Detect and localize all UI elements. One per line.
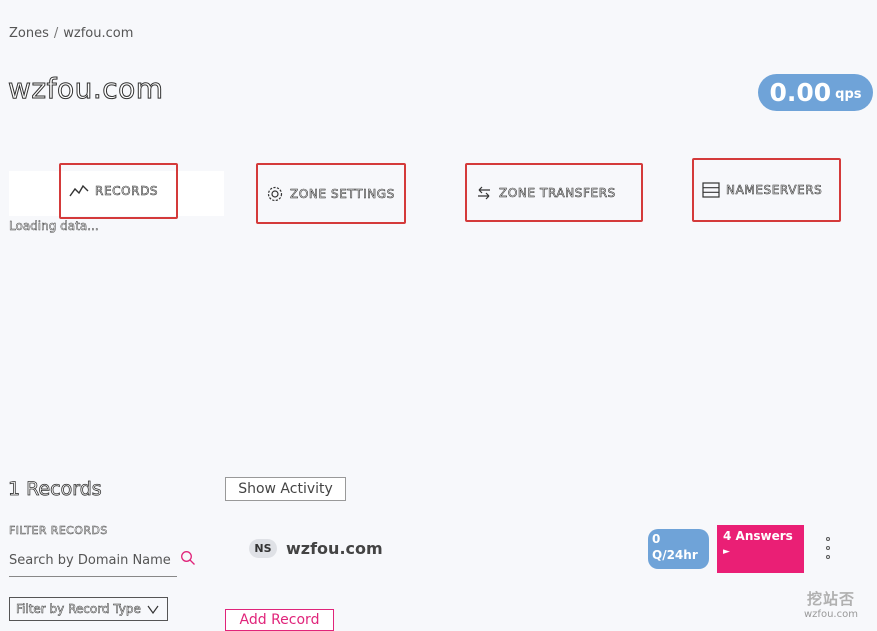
watermark-logo-text: 挖站否: [806, 590, 855, 608]
record-type-badge: NS: [249, 539, 277, 558]
tab-nameservers[interactable]: NAMESERVERS: [692, 158, 841, 222]
breadcrumb-separator: /: [53, 26, 59, 41]
breadcrumb-zones-link[interactable]: Zones: [9, 26, 49, 41]
tab-zone-transfers[interactable]: ZONE TRANSFERS: [465, 163, 643, 222]
breadcrumb-current: wzfou.com: [63, 26, 134, 41]
tab-zone-transfers-label: ZONE TRANSFERS: [499, 185, 616, 200]
tab-records-label: RECORDS: [95, 184, 159, 199]
record-type-filter-dropdown[interactable]: Filter by Record Type: [9, 597, 168, 621]
answers-label: 4 Answers: [723, 529, 793, 543]
answers-button[interactable]: 4 Answers ►: [717, 525, 804, 573]
record-type-filter-label: Filter by Record Type: [16, 602, 141, 617]
watermark: 挖站否 wzfou.com: [804, 588, 858, 620]
qps-value: 0.00: [769, 78, 832, 107]
filter-records-label: FILTER RECORDS: [9, 524, 108, 538]
page-title: wzfou.com: [8, 72, 164, 106]
chevron-down-icon: [147, 605, 159, 614]
tab-records[interactable]: RECORDS: [59, 163, 178, 219]
gear-icon: [267, 186, 283, 201]
search-input[interactable]: [9, 548, 174, 572]
records-count: 1 Records: [8, 478, 102, 501]
transfer-arrows-icon: [478, 186, 490, 199]
row-more-options-icon[interactable]: [824, 537, 832, 559]
add-record-button[interactable]: Add Record: [225, 609, 334, 631]
search-icon[interactable]: [180, 550, 196, 566]
breadcrumb: Zones / wzfou.com: [9, 26, 133, 41]
qps-unit: qps: [835, 87, 862, 102]
show-activity-button[interactable]: Show Activity: [225, 477, 346, 501]
tab-zone-settings[interactable]: ZONE SETTINGS: [256, 163, 406, 224]
qps-badge: 0.00 qps: [758, 74, 873, 111]
activity-chart-icon: [69, 184, 89, 197]
record-domain-name[interactable]: wzfou.com: [286, 539, 383, 558]
tab-nameservers-label: NAMESERVERS: [726, 183, 823, 198]
tab-zone-settings-label: ZONE SETTINGS: [290, 186, 395, 201]
server-list-icon: [702, 182, 720, 198]
search-field-wrapper: [9, 548, 177, 577]
query-count-badge: 0 Q/24hr: [648, 529, 709, 569]
answers-arrow-icon: ►: [723, 547, 730, 557]
watermark-domain: wzfou.com: [804, 609, 858, 620]
loading-status: Loading data...: [9, 219, 99, 234]
